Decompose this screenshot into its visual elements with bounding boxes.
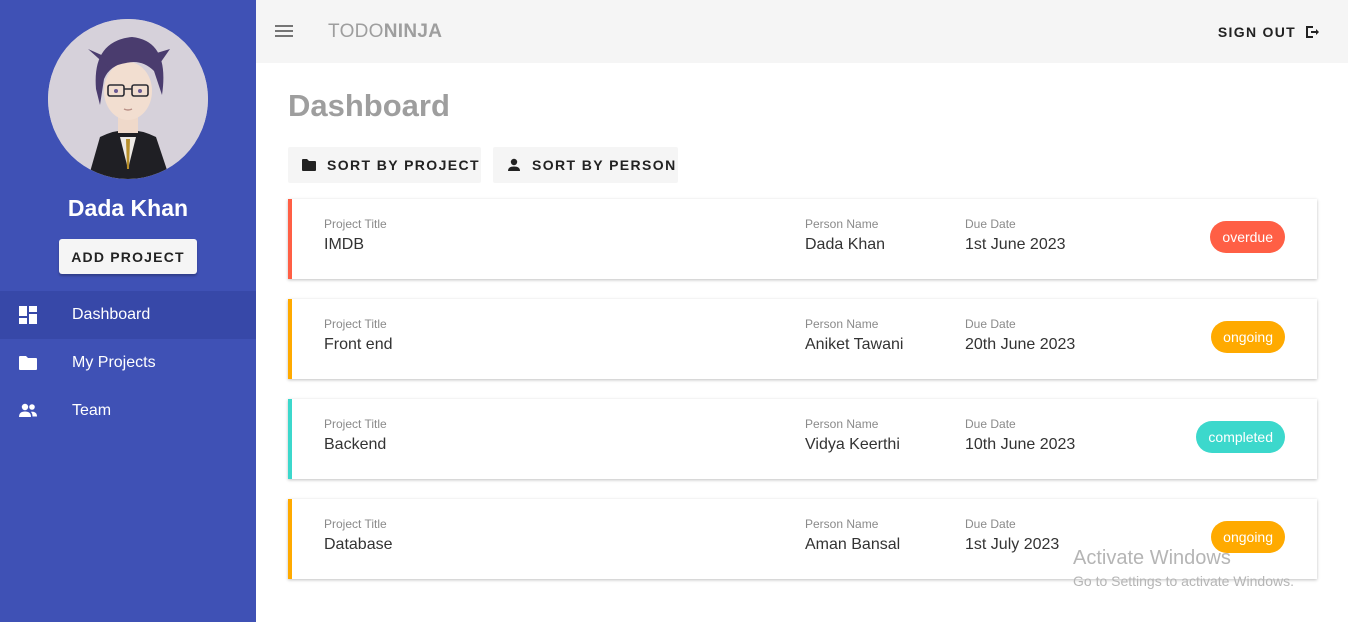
sign-out-button[interactable]: SIGN OUT <box>1218 20 1320 44</box>
project-title-field: Project Title IMDB <box>324 217 387 254</box>
top-bar: TODONINJA SIGN OUT <box>256 0 1348 63</box>
field-label: Person Name <box>805 517 879 531</box>
person-name: Aman Bansal <box>805 536 901 553</box>
due-date-field: Due Date 1st June 2023 <box>965 217 1066 254</box>
field-label: Project Title <box>324 217 387 231</box>
sidebar-item-label: Dashboard <box>72 306 151 323</box>
field-label: Person Name <box>805 417 879 431</box>
due-date: 20th June 2023 <box>965 336 1076 353</box>
sort-by-person-button[interactable]: SORT BY PERSON <box>493 147 678 183</box>
menu-icon[interactable] <box>274 22 294 40</box>
field-label: Due Date <box>965 417 1016 431</box>
person-name-field: Person Name Aniket Tawani <box>805 317 903 354</box>
person-name: Aniket Tawani <box>805 336 904 353</box>
due-date: 1st June 2023 <box>965 236 1066 253</box>
project-card[interactable]: Project Title IMDB Person Name Dada Khan… <box>288 199 1317 279</box>
folder-icon <box>301 157 317 173</box>
project-title: Front end <box>324 336 393 353</box>
status-chip[interactable]: overdue <box>1210 221 1285 253</box>
folder-icon <box>18 353 38 373</box>
sidebar-nav: Dashboard My Projects Team <box>0 291 256 435</box>
activate-windows-watermark: Activate Windows Go to Settings to activ… <box>1073 547 1294 589</box>
sort-by-project-label: SORT BY PROJECT <box>327 157 480 173</box>
field-label: Due Date <box>965 317 1016 331</box>
project-title: Database <box>324 536 393 553</box>
due-date-field: Due Date 10th June 2023 <box>965 417 1075 454</box>
app-root: Dada Khan ADD PROJECT Dashboard My Proje… <box>0 0 1348 622</box>
user-name: Dada Khan <box>67 195 189 221</box>
page-title: Dashboard <box>288 88 450 123</box>
project-list: Project Title IMDB Person Name Dada Khan… <box>288 199 1317 599</box>
watermark-subtitle: Go to Settings to activate Windows. <box>1073 573 1294 589</box>
field-label: Project Title <box>324 517 387 531</box>
sidebar-item-dashboard[interactable]: Dashboard <box>0 291 256 339</box>
avatar-image <box>48 19 208 179</box>
field-label: Person Name <box>805 317 879 331</box>
project-title: IMDB <box>324 236 364 253</box>
field-label: Due Date <box>965 517 1016 531</box>
add-project-button[interactable]: ADD PROJECT <box>59 239 197 274</box>
due-date: 1st July 2023 <box>965 536 1060 553</box>
person-icon <box>506 157 522 173</box>
dashboard-icon <box>18 305 38 325</box>
due-date-field: Due Date 20th June 2023 <box>965 317 1075 354</box>
app-title-part1: TODO <box>328 21 384 42</box>
sort-by-project-button[interactable]: SORT BY PROJECT <box>288 147 481 183</box>
person-name-field: Person Name Vidya Keerthi <box>805 417 900 454</box>
sidebar: Dada Khan ADD PROJECT Dashboard My Proje… <box>0 0 256 622</box>
sidebar-item-my-projects[interactable]: My Projects <box>0 339 256 387</box>
person-name: Dada Khan <box>805 236 886 253</box>
sidebar-item-label: My Projects <box>72 354 156 371</box>
status-chip[interactable]: ongoing <box>1211 321 1285 353</box>
project-card[interactable]: Project Title Backend Person Name Vidya … <box>288 399 1317 479</box>
exit-icon <box>1304 24 1320 40</box>
sidebar-item-team[interactable]: Team <box>0 387 256 435</box>
project-title: Backend <box>324 436 387 453</box>
sort-by-person-label: SORT BY PERSON <box>532 157 677 173</box>
due-date-field: Due Date 1st July 2023 <box>965 517 1059 554</box>
field-label: Due Date <box>965 217 1016 231</box>
person-name-field: Person Name Dada Khan <box>805 217 885 254</box>
field-label: Project Title <box>324 417 387 431</box>
person-name-field: Person Name Aman Bansal <box>805 517 900 554</box>
app-title: TODONINJA <box>328 21 442 43</box>
sidebar-item-label: Team <box>72 402 112 419</box>
project-title-field: Project Title Backend <box>324 417 387 454</box>
field-label: Project Title <box>324 317 387 331</box>
app-title-part2: NINJA <box>383 21 443 42</box>
field-label: Person Name <box>805 217 879 231</box>
person-name: Vidya Keerthi <box>805 436 900 453</box>
status-chip[interactable]: completed <box>1196 421 1285 453</box>
avatar <box>48 19 208 179</box>
watermark-title: Activate Windows <box>1073 547 1231 569</box>
people-icon <box>18 401 38 421</box>
project-title-field: Project Title Database <box>324 517 393 554</box>
project-title-field: Project Title Front end <box>324 317 392 354</box>
project-card[interactable]: Project Title Front end Person Name Anik… <box>288 299 1317 379</box>
due-date: 10th June 2023 <box>965 436 1076 453</box>
sign-out-label: SIGN OUT <box>1217 24 1296 40</box>
